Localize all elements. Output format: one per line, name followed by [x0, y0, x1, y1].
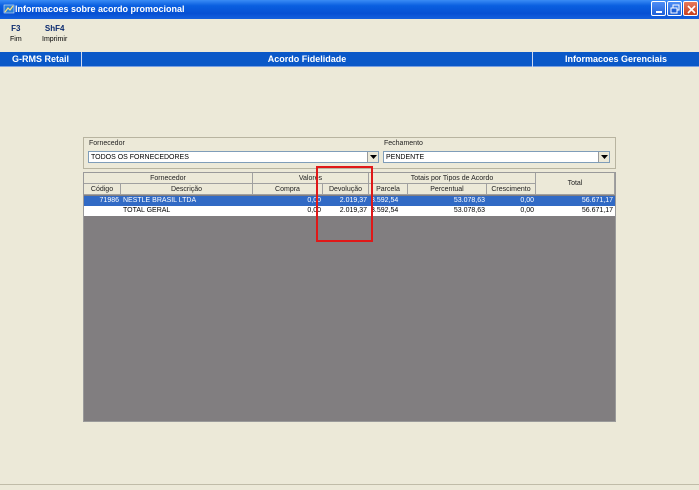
cell-descricao: TOTAL GERAL [123, 207, 171, 214]
fim-key: F3 [11, 24, 21, 33]
column-header-total[interactable]: Total [536, 173, 615, 195]
title-bar: Informacoes sobre acordo promocional [0, 0, 699, 19]
cell-compra: 0,00 [307, 207, 321, 214]
fechamento-select[interactable]: PENDENTE [383, 151, 610, 163]
chevron-down-icon [601, 155, 608, 159]
imprimir-label: Imprimir [42, 36, 68, 43]
fornecedor-value: TODOS OS FORNECEDORES [91, 154, 189, 161]
close-button[interactable] [683, 1, 698, 16]
status-bar [0, 484, 699, 490]
cell-parcela: 3.592,54 [371, 207, 399, 214]
cell-crescimento: 0,00 [520, 207, 534, 214]
fechamento-dropdown-button[interactable] [598, 152, 609, 162]
fim-label: Fim [10, 36, 22, 43]
cell-percentual: 53.078,63 [453, 197, 485, 204]
cell-percentual: 53.078,63 [453, 207, 485, 214]
column-header-crescimento[interactable]: Crescimento [487, 184, 536, 195]
cell-compra: 0,00 [307, 197, 321, 204]
app-icon [3, 4, 15, 14]
restore-icon [670, 4, 680, 14]
cell-crescimento: 0,00 [520, 197, 534, 204]
filter-panel: Fornecedor TODOS OS FORNECEDORES Fechame… [83, 137, 616, 169]
cell-total: 56.671,17 [581, 197, 613, 204]
imprimir-button[interactable]: ShF4 Imprimir [42, 24, 67, 43]
fornecedor-dropdown-button[interactable] [367, 152, 378, 162]
column-header-percentual[interactable]: Percentual [408, 184, 487, 195]
group-header-totais: Totais por Tipos de Acordo [369, 173, 536, 184]
fornecedor-label: Fornecedor [89, 140, 125, 147]
column-header-descricao[interactable]: Descrição [121, 184, 253, 195]
header-bar: G-RMS Retail Acordo Fidelidade Informaco… [0, 52, 699, 67]
minimize-icon [656, 11, 662, 13]
group-header-fornecedor: Fornecedor [84, 173, 253, 184]
toolbar: F3 Fim ShF4 Imprimir [0, 19, 699, 52]
restore-button[interactable] [667, 1, 682, 16]
minimize-button[interactable] [651, 1, 666, 16]
fornecedor-select[interactable]: TODOS OS FORNECEDORES [88, 151, 379, 163]
cell-parcela: 3.592,54 [371, 197, 399, 204]
cell-descricao: NESTLE BRASIL LTDA [123, 197, 197, 204]
header-section-name: Informacoes Gerenciais [564, 54, 668, 64]
cell-total: 56.671,17 [581, 207, 613, 214]
chevron-down-icon [370, 155, 377, 159]
cell-codigo: 71986 [99, 197, 119, 204]
imprimir-key: ShF4 [44, 24, 65, 33]
window-title: Informacoes sobre acordo promocional [15, 4, 185, 14]
fim-button[interactable]: F3 Fim [10, 24, 22, 43]
column-header-compra[interactable]: Compra [253, 184, 323, 195]
header-module-name: Acordo Fidelidade [82, 52, 533, 67]
close-icon [687, 5, 696, 14]
column-header-parcela[interactable]: Parcela [369, 184, 408, 195]
column-header-codigo[interactable]: Código [84, 184, 121, 195]
fechamento-value: PENDENTE [386, 154, 425, 161]
fechamento-label: Fechamento [384, 140, 423, 147]
highlight-box [316, 166, 373, 242]
header-app-name: G-RMS Retail [0, 52, 82, 67]
cell-codigo [84, 206, 121, 216]
